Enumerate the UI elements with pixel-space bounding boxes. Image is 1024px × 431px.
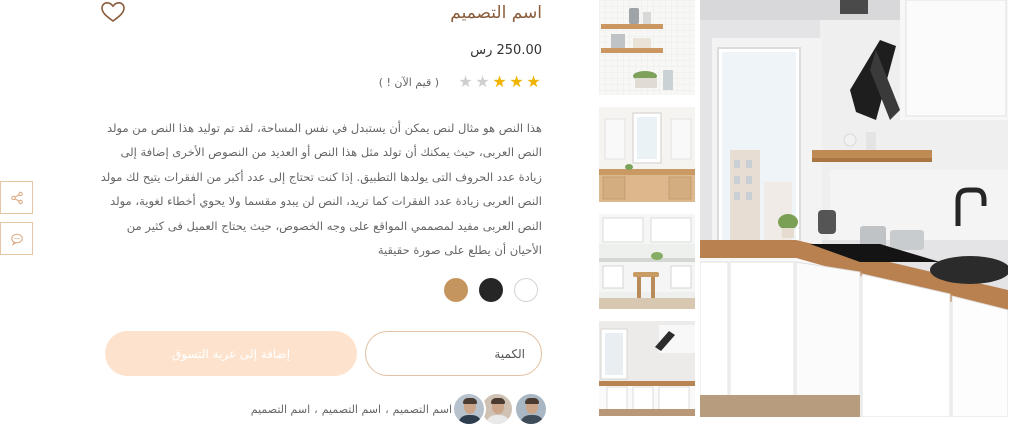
designer-name[interactable]: اسم التصميم: [393, 403, 452, 416]
product-price: 250.00 رس: [470, 43, 542, 58]
star-icon[interactable]: ★: [525, 74, 542, 90]
add-to-cart-button[interactable]: إضافة إلى عربة التسوق: [105, 331, 357, 376]
title-row: اسم التصميم: [98, 0, 542, 30]
product-description: هذا النص هو مثال لنص يمكن أن يستبدل في ن…: [100, 121, 542, 258]
chat-button[interactable]: [0, 222, 33, 255]
kitchen-photo: [700, 0, 1008, 417]
heart-icon[interactable]: [100, 0, 126, 24]
designer-names: اسم التصميم ، اسم التصميم ، اسم التصميم: [251, 403, 452, 416]
avatar[interactable]: [452, 392, 486, 426]
share-icon: [10, 191, 23, 204]
rating: ★ ★ ★ ★ ★ ( قيم الآن ! ): [379, 74, 542, 90]
color-swatch-gold[interactable]: [444, 278, 468, 302]
thumbnail-4[interactable]: [599, 321, 695, 416]
designers: اسم التصميم ، اسم التصميم ، اسم التصميم: [251, 392, 548, 426]
share-button[interactable]: [0, 181, 33, 214]
shelf-image: [599, 0, 695, 95]
thumbnail-3[interactable]: [599, 214, 695, 309]
thumbnail-2[interactable]: [599, 107, 695, 202]
color-options: [444, 278, 538, 302]
kitchen-image: [599, 214, 695, 309]
main-product-image: [700, 0, 1008, 417]
chat-icon: [10, 233, 23, 246]
designer-name[interactable]: اسم التصميم: [251, 403, 310, 416]
product-info: اسم التصميم 250.00 رس ★ ★ ★ ★ ★ ( قيم ال…: [98, 0, 548, 431]
thumbnail-1[interactable]: [599, 0, 695, 95]
quantity-input[interactable]: [365, 331, 542, 376]
avatar[interactable]: [514, 392, 548, 426]
name-separator: ،: [314, 402, 318, 416]
rate-now-link[interactable]: ( قيم الآن ! ): [379, 76, 439, 89]
star-icon[interactable]: ★: [457, 74, 474, 90]
name-separator: ،: [385, 402, 389, 416]
color-swatch-black[interactable]: [479, 278, 503, 302]
kitchen-image: [599, 107, 695, 202]
designer-name[interactable]: اسم التصميم: [322, 403, 381, 416]
color-swatch-white[interactable]: [514, 278, 538, 302]
star-icon[interactable]: ★: [508, 74, 525, 90]
product-title: اسم التصميم: [450, 3, 542, 23]
designer-avatars: [452, 392, 548, 426]
star-icon[interactable]: ★: [474, 74, 491, 90]
star-icon[interactable]: ★: [491, 74, 508, 90]
kitchen-image: [599, 321, 695, 416]
